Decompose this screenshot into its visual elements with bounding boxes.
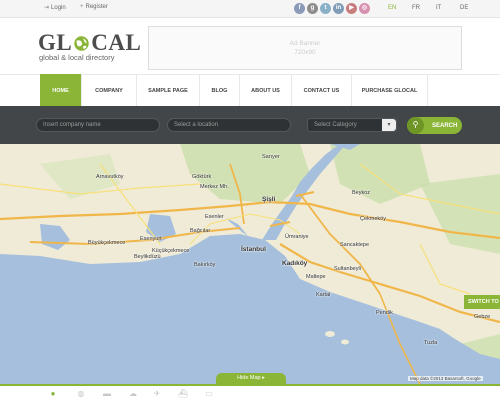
register-icon: + — [80, 4, 84, 10]
ad-banner-title: Ad Banner — [289, 40, 321, 47]
map-view[interactable]: Göktürk Merkez Mh. Şişli Beykoz Esenler … — [0, 144, 500, 384]
ad-banner[interactable]: Ad Banner 720x90 — [148, 26, 462, 70]
map-label: İstanbul — [241, 246, 266, 253]
nav-sample-page[interactable]: SAMPLE PAGE — [137, 75, 200, 106]
site-header: GL CAL global & local directory Ad Banne… — [0, 18, 500, 74]
map-label: Kadıköy — [282, 260, 308, 267]
category-select[interactable]: Select Category ▾ — [307, 118, 397, 132]
youtube-icon[interactable]: ▶ — [346, 3, 357, 14]
map-label: Kartal — [316, 292, 331, 298]
map-label: Arnavutköy — [96, 174, 124, 180]
register-link[interactable]: + Register — [80, 4, 108, 10]
login-icon: ⇥ — [44, 5, 50, 11]
map-label: Sancaktepe — [340, 242, 370, 248]
top-bar: ⇥ Login + Register f g t in ▶ ◎ EN FR IT DE — [0, 0, 500, 18]
nav-home[interactable]: HOME — [40, 74, 82, 107]
map-canvas — [0, 144, 500, 384]
plane-icon[interactable]: ✈ — [152, 389, 162, 399]
company-name-input[interactable]: Insert company name — [36, 118, 160, 132]
map-label: Büyükçekmece — [88, 240, 126, 246]
nav-purchase-glocal[interactable]: PURCHASE GLOCAL — [352, 75, 428, 106]
language-fr[interactable]: FR — [412, 5, 436, 11]
social-links: f g t in ▶ ◎ — [294, 3, 370, 14]
map-label: Maltepe — [306, 274, 326, 280]
map-label: Tuzla — [424, 340, 438, 346]
category-icons-bar: ● ◍ ▬ ☁ ✈ ⛴ ▭ — [0, 386, 500, 400]
nav-about-us[interactable]: ABOUT US — [240, 75, 292, 106]
google-plus-icon[interactable]: g — [307, 3, 318, 14]
nav-contact-us[interactable]: CONTACT US — [292, 75, 352, 106]
globe-icon[interactable]: ◍ — [76, 389, 86, 399]
switch-view-button[interactable]: SWITCH TO — [464, 295, 500, 309]
linkedin-icon[interactable]: in — [333, 3, 344, 14]
map-label: Esenler — [205, 214, 224, 220]
language-switcher: EN FR IT DE — [388, 5, 484, 11]
ship-icon[interactable]: ⛴ — [178, 389, 188, 399]
map-label: Sultanbeyli — [334, 266, 361, 272]
login-label: Login — [51, 4, 66, 11]
language-de[interactable]: DE — [460, 5, 484, 11]
cloud-icon[interactable]: ☁ — [128, 389, 138, 399]
language-it[interactable]: IT — [436, 5, 460, 11]
search-button[interactable]: ⚲ SEARCH — [407, 117, 462, 134]
chevron-down-icon: ▾ — [382, 119, 396, 131]
register-label: Register — [85, 4, 108, 10]
category-select-value: Select Category — [314, 122, 357, 128]
bed-icon[interactable]: ▭ — [204, 389, 214, 399]
hide-map-button[interactable]: Hide Map ▸ — [216, 373, 286, 384]
search-icon: ⚲ — [407, 117, 424, 134]
map-label: Beykoz — [352, 190, 371, 196]
globe-logo-icon — [74, 35, 89, 51]
map-attribution: Map data ©2013 Basarsoft, Google — [408, 376, 483, 381]
dribbble-icon[interactable]: ◎ — [359, 3, 370, 14]
search-button-label: SEARCH — [432, 122, 458, 129]
map-label: Pendik — [376, 310, 393, 316]
map-label: Bağcılar — [190, 228, 211, 234]
location-input[interactable]: Select a location — [167, 118, 291, 132]
car-icon[interactable]: ▬ — [102, 389, 112, 399]
nav-company[interactable]: COMPANY — [82, 75, 137, 106]
map-label: Gebze — [474, 314, 491, 320]
pin-icon[interactable]: ● — [48, 389, 58, 399]
map-label: Sarıyer — [262, 154, 280, 160]
ad-banner-size: 720x90 — [294, 49, 316, 56]
map-label: Beylikdüzü — [134, 254, 161, 260]
map-label: Merkez Mh. — [200, 184, 229, 190]
map-label: Ümraniye — [285, 234, 309, 240]
facebook-icon[interactable]: f — [294, 3, 305, 14]
language-en[interactable]: EN — [388, 5, 412, 11]
map-label: Bakırköy — [194, 262, 216, 268]
map-label: Göktürk — [192, 174, 212, 180]
map-label: Esenyurt — [140, 236, 162, 242]
map-label: Çekmeköy — [360, 216, 386, 222]
site-tagline: global & local directory — [39, 53, 115, 62]
twitter-icon[interactable]: t — [320, 3, 331, 14]
nav-blog[interactable]: BLOG — [200, 75, 240, 106]
map-label: Şişli — [262, 196, 276, 203]
login-link[interactable]: ⇥ Login — [44, 4, 66, 12]
main-nav: HOME COMPANY SAMPLE PAGE BLOG ABOUT US C… — [0, 74, 500, 107]
